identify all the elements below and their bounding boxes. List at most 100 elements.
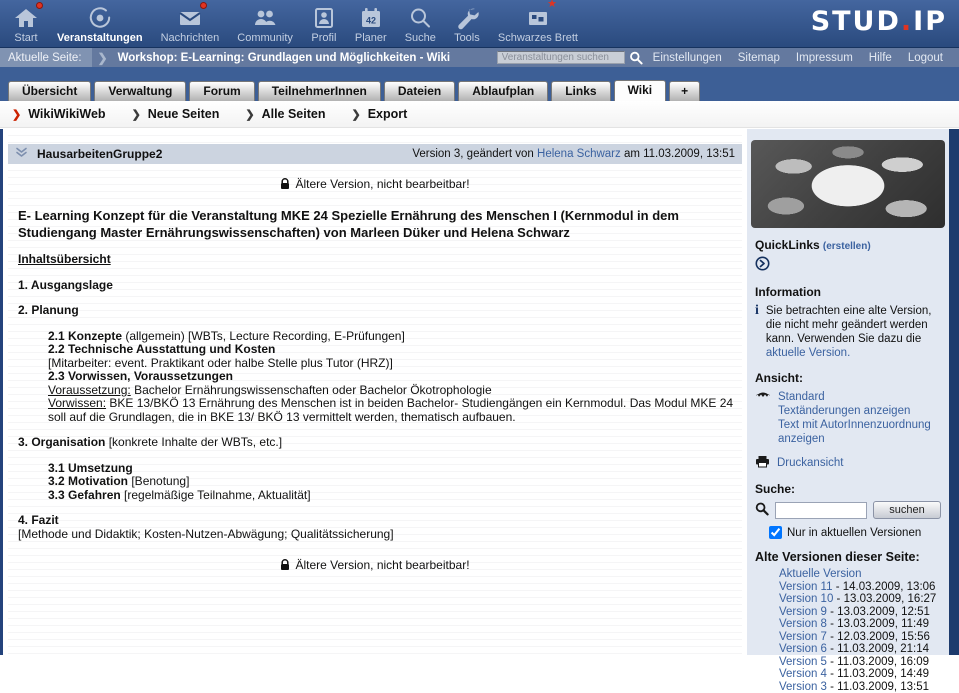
seminar-icon bbox=[87, 5, 113, 31]
tab-verwaltung[interactable]: Verwaltung bbox=[94, 81, 186, 101]
nav-item-schwarzes-brett[interactable]: ★ Schwarzes Brett bbox=[489, 5, 587, 44]
tab-uebersicht[interactable]: Übersicht bbox=[8, 81, 91, 101]
arrow-icon: ❯ bbox=[12, 108, 21, 121]
link-einstellungen[interactable]: Einstellungen bbox=[653, 52, 722, 64]
lock-icon bbox=[280, 559, 290, 571]
wiki-sidebar: QuickLinks (erstellen) Information i Sie… bbox=[747, 129, 949, 655]
nav-item-veranstaltungen[interactable]: Veranstaltungen bbox=[48, 5, 152, 44]
link-sitemap[interactable]: Sitemap bbox=[738, 52, 780, 64]
information-heading: Information bbox=[755, 285, 941, 299]
search-submit-icon[interactable] bbox=[629, 51, 643, 65]
lock-icon bbox=[280, 178, 290, 190]
community-icon bbox=[252, 5, 278, 31]
info-message: i Sie betrachten eine alte Version, die … bbox=[755, 304, 941, 360]
version-link[interactable]: Version 5 bbox=[779, 656, 827, 668]
quicklink-circle-arrow-icon[interactable] bbox=[755, 256, 941, 274]
search-icon bbox=[407, 5, 433, 31]
course-search-input[interactable] bbox=[497, 51, 625, 64]
nav-item-nachrichten[interactable]: Nachrichten bbox=[152, 5, 229, 44]
link-logout[interactable]: Logout bbox=[908, 52, 943, 64]
version-link[interactable]: Version 6 bbox=[779, 643, 827, 655]
view-heading: Ansicht: bbox=[755, 371, 941, 385]
wiki-search-input[interactable] bbox=[775, 502, 867, 519]
content-region: HausarbeitenGruppe2 Version 3, geändert … bbox=[0, 129, 959, 655]
version-link[interactable]: Version 8 bbox=[779, 618, 827, 630]
tab-ablaufplan[interactable]: Ablaufplan bbox=[458, 81, 548, 101]
current-versions-only-checkbox[interactable] bbox=[769, 526, 782, 539]
link-hilfe[interactable]: Hilfe bbox=[869, 52, 892, 64]
wiki-search-button[interactable]: suchen bbox=[873, 501, 941, 519]
eye-icon bbox=[755, 390, 771, 446]
article-heading: E- Learning Konzept für die Veranstaltun… bbox=[18, 207, 730, 241]
old-versions-heading: Alte Versionen dieser Seite: bbox=[755, 550, 941, 564]
version-link[interactable]: Version 10 bbox=[779, 593, 833, 605]
wiki-page-header: HausarbeitenGruppe2 Version 3, geändert … bbox=[8, 144, 742, 164]
tab-wiki[interactable]: Wiki bbox=[614, 80, 667, 101]
wiki-nav-wikiwikiweb[interactable]: ❯ WikiWikiWeb bbox=[12, 107, 106, 121]
wiki-nav-alle-seiten[interactable]: ❯ Alle Seiten bbox=[245, 107, 325, 121]
lock-notice-bottom: Ältere Version, nicht bearbeitbar! bbox=[8, 558, 742, 572]
arrow-icon: ❯ bbox=[245, 108, 254, 121]
quicklinks-header: QuickLinks (erstellen) bbox=[755, 238, 941, 252]
right-navy-band bbox=[949, 129, 959, 655]
nav-item-start[interactable]: Start bbox=[4, 5, 48, 44]
nav-item-community[interactable]: Community bbox=[228, 5, 302, 44]
info-icon: i bbox=[755, 304, 759, 360]
tab-strip: Übersicht Verwaltung Forum TeilnehmerInn… bbox=[0, 79, 959, 101]
toc-label: Inhaltsübersicht bbox=[18, 253, 742, 267]
view-changes-link[interactable]: Textänderungen anzeigen bbox=[778, 404, 941, 418]
tab-add[interactable]: + bbox=[669, 81, 700, 101]
tools-icon bbox=[454, 5, 480, 31]
board-icon: ★ bbox=[525, 5, 551, 31]
version-link[interactable]: Version 3 bbox=[779, 681, 827, 693]
top-navigation-bar: Start Veranstaltungen Nachrichten Commun… bbox=[0, 0, 959, 48]
search-heading: Suche: bbox=[755, 482, 941, 496]
quicklinks-create-link[interactable]: (erstellen) bbox=[823, 241, 871, 252]
view-authors-link[interactable]: Text mit AutorInnenzuordnung anzeigen bbox=[778, 418, 941, 446]
breadcrumb-bar: Aktuelle Seite: ❯ Workshop: E-Learning: … bbox=[0, 48, 959, 67]
lock-notice-top: Ältere Version, nicht bearbeitbar! bbox=[8, 177, 742, 191]
collapse-chevrons-icon[interactable] bbox=[15, 146, 28, 162]
studip-logo: Stud.IP bbox=[811, 6, 947, 37]
sidebar-search-icon bbox=[755, 502, 769, 519]
planner-icon: 42 bbox=[358, 5, 384, 31]
wiki-page-panel: HausarbeitenGruppe2 Version 3, geändert … bbox=[8, 129, 742, 655]
nav-item-planer[interactable]: 42 Planer bbox=[346, 5, 396, 44]
arrow-icon: ❯ bbox=[132, 108, 141, 121]
link-impressum[interactable]: Impressum bbox=[796, 52, 853, 64]
current-version-link[interactable]: Aktuelle Version bbox=[779, 568, 861, 580]
tab-links[interactable]: Links bbox=[551, 81, 610, 101]
star-badge: ★ bbox=[547, 0, 557, 10]
breadcrumb-chevron-icon: ❯ bbox=[98, 51, 108, 65]
notification-badge bbox=[36, 2, 43, 9]
wiki-nav-neue-seiten[interactable]: ❯ Neue Seiten bbox=[132, 107, 220, 121]
version-link[interactable]: Version 4 bbox=[779, 668, 827, 680]
wiki-page-title: HausarbeitenGruppe2 bbox=[37, 147, 162, 161]
nav-item-profil[interactable]: Profil bbox=[302, 5, 346, 44]
print-view-link[interactable]: Druckansicht bbox=[777, 457, 843, 469]
breadcrumb-title: Workshop: E-Learning: Grundlagen und Mög… bbox=[118, 52, 451, 64]
view-standard-link[interactable]: Standard bbox=[778, 390, 941, 404]
home-icon bbox=[13, 5, 39, 31]
article-body: Inhaltsübersicht 1. Ausgangslage 2. Plan… bbox=[18, 253, 742, 541]
tab-dateien[interactable]: Dateien bbox=[384, 81, 455, 101]
author-link[interactable]: Helena Schwarz bbox=[537, 148, 621, 160]
mail-icon bbox=[177, 5, 203, 31]
tab-teilnehmerinnen[interactable]: TeilnehmerInnen bbox=[258, 81, 381, 101]
profile-icon bbox=[311, 5, 337, 31]
tab-forum[interactable]: Forum bbox=[189, 81, 254, 101]
version-link[interactable]: Version 11 bbox=[779, 581, 833, 593]
view-options: Standard Textänderungen anzeigen Text mi… bbox=[755, 390, 941, 446]
nav-item-suche[interactable]: Suche bbox=[396, 5, 445, 44]
breadcrumb-label: Aktuelle Seite: bbox=[0, 48, 92, 67]
blue-divider bbox=[0, 67, 959, 79]
version-link[interactable]: Version 7 bbox=[779, 631, 827, 643]
version-info: Version 3, geändert von Helena Schwarz a… bbox=[412, 148, 735, 160]
arrow-icon: ❯ bbox=[351, 108, 360, 121]
current-version-inline-link[interactable]: aktuelle Version. bbox=[766, 347, 850, 359]
notification-badge bbox=[200, 2, 207, 9]
version-link[interactable]: Version 9 bbox=[779, 606, 827, 618]
wiki-nav-export[interactable]: ❯ Export bbox=[351, 107, 407, 121]
nav-item-tools[interactable]: Tools bbox=[445, 5, 489, 44]
version-list: Aktuelle Version Version 11 - 14.03.2009… bbox=[779, 568, 941, 693]
